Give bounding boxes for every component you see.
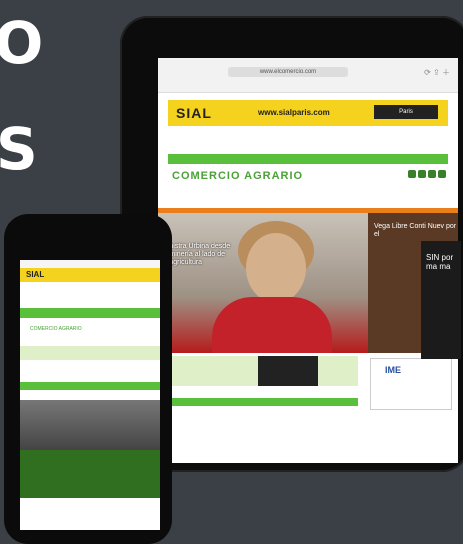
overlay-text: SIN por ma ma bbox=[426, 253, 454, 271]
social-links[interactable] bbox=[408, 170, 446, 178]
sial-site-link[interactable]: www.sialparis.com bbox=[258, 108, 330, 117]
phone-green-section bbox=[20, 382, 160, 390]
url-field[interactable]: www.elcomercio.com bbox=[228, 67, 348, 77]
site-menu[interactable] bbox=[168, 138, 448, 148]
person-jacket bbox=[212, 297, 332, 353]
facebook-icon[interactable] bbox=[408, 170, 416, 178]
phone-device: SIAL COMERCIO AGRARIO bbox=[4, 214, 172, 544]
phone-brand[interactable]: COMERCIO AGRARIO bbox=[20, 318, 160, 342]
browser-address-bar[interactable]: www.elcomercio.com ⟳ ⇪ ＋ bbox=[158, 58, 458, 93]
phone-sial-logo: SIAL bbox=[26, 270, 45, 279]
phone-article-caption[interactable] bbox=[20, 450, 160, 498]
phone-ad[interactable] bbox=[20, 346, 160, 360]
tablet-screen: www.elcomercio.com ⟳ ⇪ ＋ SIAL www.sialpa… bbox=[158, 58, 458, 463]
green-navbar[interactable] bbox=[168, 154, 448, 164]
sial-ad-banner[interactable]: SIAL www.sialparis.com Paris bbox=[168, 100, 448, 126]
browser-actions-icon[interactable]: ⟳ ⇪ ＋ bbox=[424, 67, 450, 78]
sial-logo: SIAL bbox=[176, 105, 212, 121]
person-face bbox=[246, 233, 306, 303]
phone-green-bar[interactable] bbox=[20, 308, 160, 318]
sial-date-badge: Paris bbox=[374, 105, 438, 119]
rss-icon[interactable] bbox=[438, 170, 446, 178]
phone-screen: SIAL COMERCIO AGRARIO bbox=[20, 260, 160, 530]
twitter-icon[interactable] bbox=[418, 170, 426, 178]
black-ad[interactable] bbox=[258, 356, 318, 386]
site-brand-logo[interactable]: COMERCIO AGRARIO bbox=[172, 170, 303, 182]
hero-article[interactable]: Ministra Urbina desde la minería al lado… bbox=[158, 213, 368, 353]
ime-label: IME bbox=[385, 365, 402, 375]
green-section-bar bbox=[158, 398, 358, 406]
phone-sial-banner[interactable]: SIAL bbox=[20, 268, 160, 282]
phone-article-image[interactable] bbox=[20, 400, 160, 450]
heading-fragment-bottom: S bbox=[0, 115, 38, 183]
ime-ad[interactable]: IME bbox=[370, 358, 452, 410]
side-caption[interactable]: Vega Libre Conti Nuev por el bbox=[374, 223, 458, 239]
hero-caption[interactable]: Ministra Urbina desde la minería al lado… bbox=[162, 243, 232, 267]
youtube-icon[interactable] bbox=[428, 170, 436, 178]
dark-overlay-panel: SIN por ma ma bbox=[421, 241, 461, 359]
heading-fragment-top: O bbox=[0, 9, 46, 77]
phone-menu[interactable] bbox=[20, 282, 160, 308]
phone-brand-text: COMERCIO AGRARIO bbox=[30, 326, 82, 332]
phone-status-bar bbox=[20, 260, 160, 268]
